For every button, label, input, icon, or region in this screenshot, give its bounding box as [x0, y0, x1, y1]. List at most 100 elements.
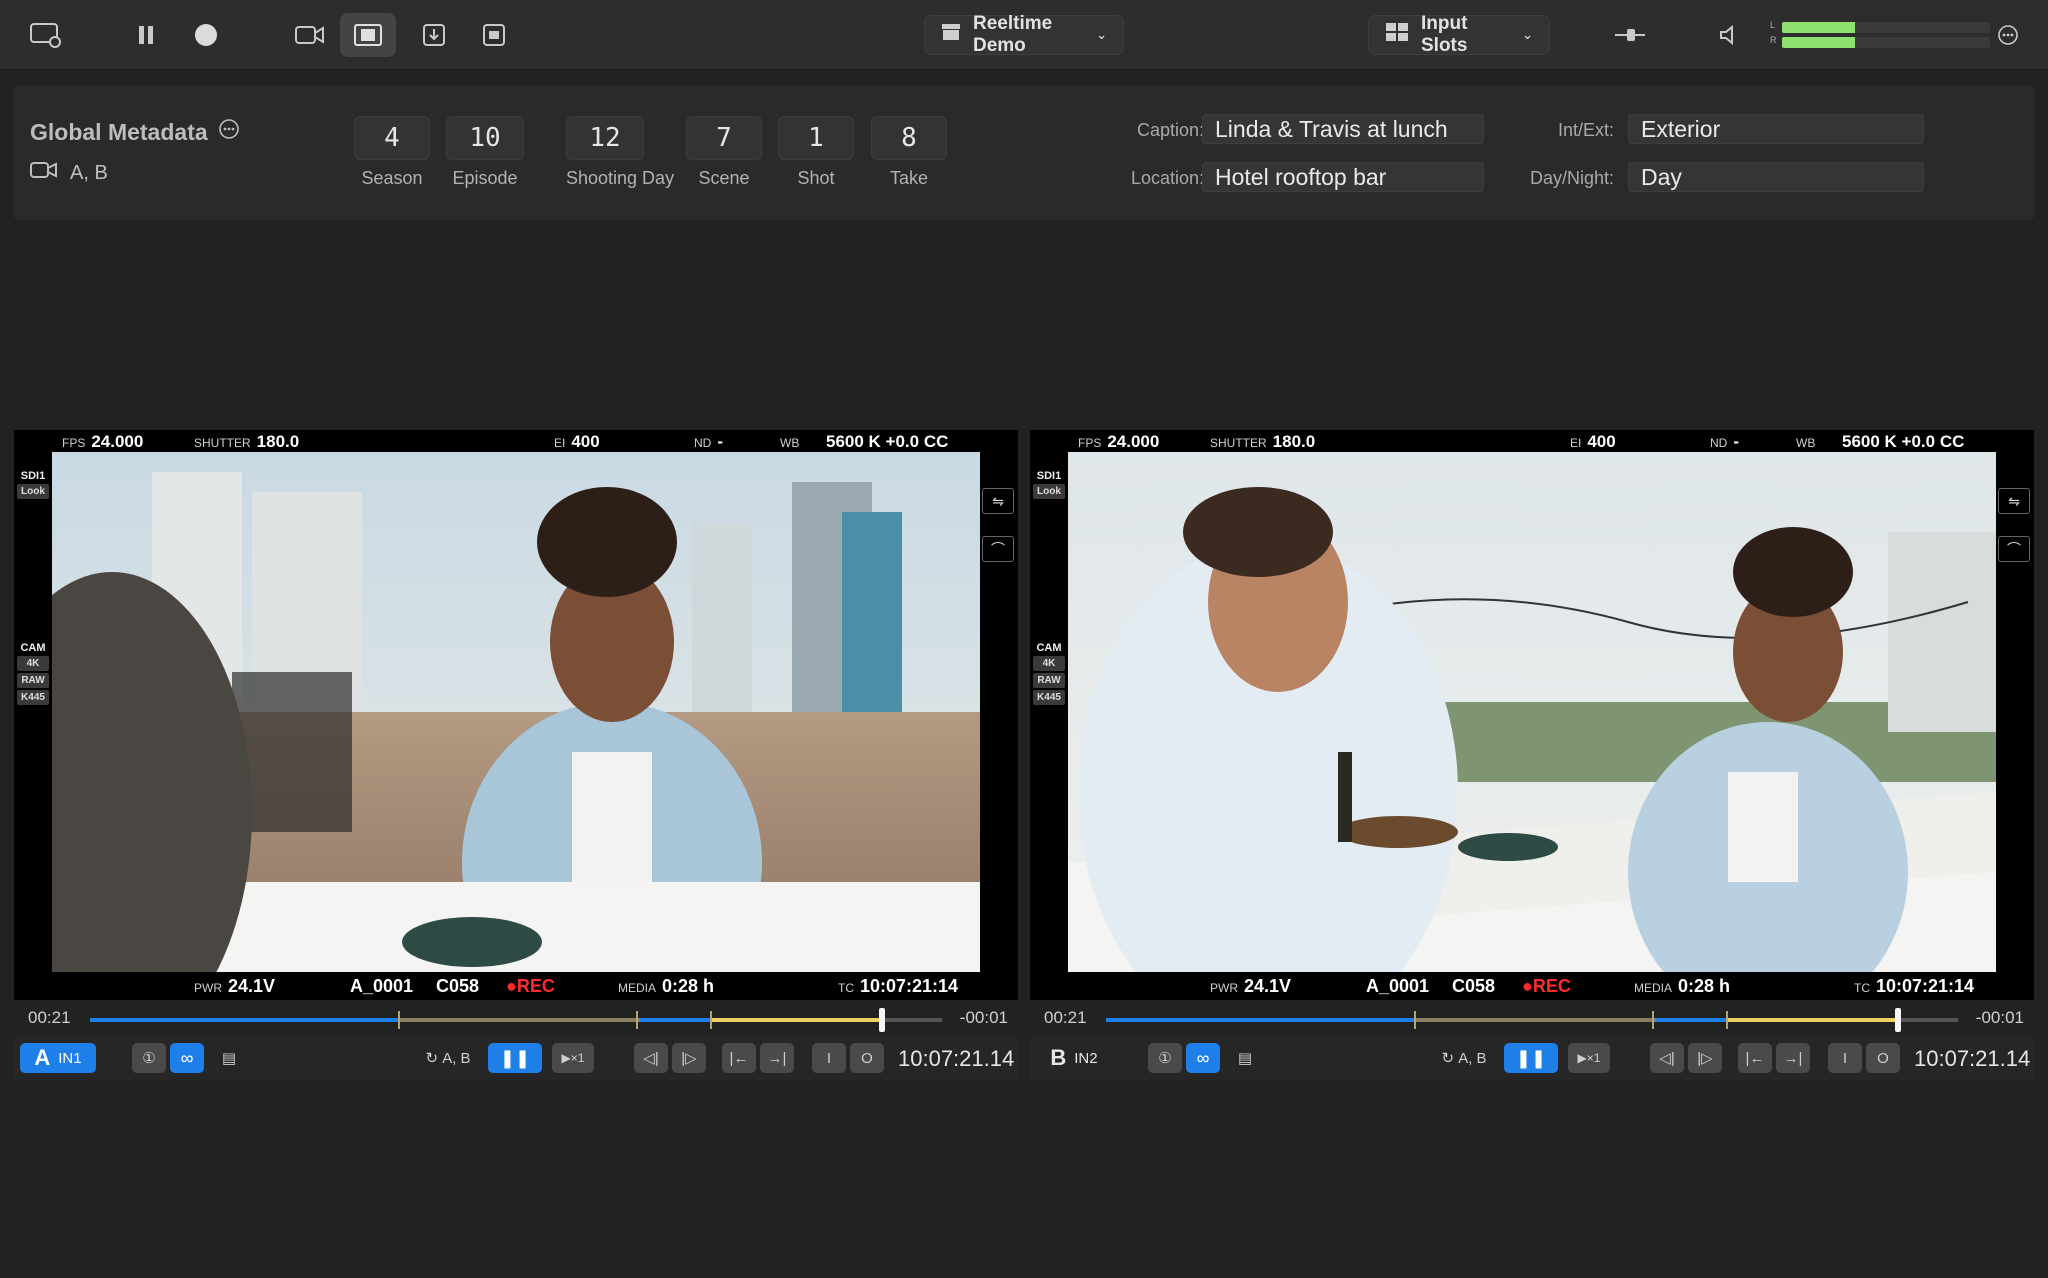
intext-field[interactable]: Exterior: [1628, 114, 1924, 144]
fps-value: 24.000: [1107, 432, 1160, 451]
slate-value[interactable]: 12: [566, 116, 644, 160]
sync-icon: ↻: [425, 1050, 439, 1067]
rec-label: REC: [516, 976, 555, 996]
slot-selector-b[interactable]: B IN2: [1036, 1043, 1112, 1073]
play-once-icon[interactable]: ①: [1148, 1043, 1182, 1073]
daynight-field[interactable]: Day: [1628, 162, 1924, 192]
timeline-marker[interactable]: [710, 1011, 712, 1029]
caption-field[interactable]: Linda & Travis at lunch: [1202, 114, 1484, 144]
timeline-segment: [1656, 1018, 1728, 1022]
input-label: IN2: [1074, 1049, 1098, 1067]
meter-channel-l: L: [1770, 20, 1776, 30]
slate-episode[interactable]: 10 Episode: [446, 116, 524, 189]
camera-record-icon[interactable]: [474, 13, 514, 57]
more-options-icon[interactable]: [218, 118, 240, 146]
step-forward-icon[interactable]: |▷: [1688, 1043, 1722, 1073]
slate-value[interactable]: 4: [354, 116, 430, 160]
camera-icon[interactable]: [290, 13, 330, 57]
slate-scene[interactable]: 7 Scene: [686, 116, 762, 189]
slate-value[interactable]: 1: [778, 116, 854, 160]
slate-shooting-day[interactable]: 12 Shooting Day: [566, 116, 674, 189]
cam-tag: CAM 4K RAW K445: [1033, 642, 1065, 705]
video-frame: [52, 452, 980, 972]
export-icon[interactable]: [414, 13, 454, 57]
viewer-b: FPS 24.000 SHUTTER 180.0 EI 400 ND - WB 5600…: [1030, 430, 2034, 1080]
timeline-track[interactable]: [90, 1008, 942, 1032]
rec-label: REC: [1532, 976, 1571, 996]
speaker-icon[interactable]: [1712, 13, 1746, 57]
step-back-icon[interactable]: ◁|: [634, 1043, 668, 1073]
film-icon[interactable]: [340, 13, 396, 57]
loop-icon[interactable]: ∞: [1186, 1043, 1220, 1073]
mark-in-icon[interactable]: I: [812, 1043, 846, 1073]
slate-shot[interactable]: 1 Shot: [778, 116, 854, 189]
go-to-in-icon[interactable]: |←: [1738, 1043, 1772, 1073]
slate-season[interactable]: 4 Season: [354, 116, 430, 189]
timeline[interactable]: 00:21 -00:01: [14, 1000, 1018, 1036]
pwr-label: PWR: [194, 981, 222, 995]
timeline-marker[interactable]: [398, 1011, 400, 1029]
rec-dot-icon: ●: [506, 976, 517, 996]
rec-dot-icon: ●: [1522, 976, 1533, 996]
mark-out-icon[interactable]: O: [850, 1043, 884, 1073]
metadata-title: Global Metadata: [30, 118, 240, 146]
clip-name: C058: [1452, 976, 1496, 996]
film-strip-icon[interactable]: ▤: [1230, 1043, 1260, 1073]
timeline[interactable]: 00:21 -00:01: [1030, 1000, 2034, 1036]
resolution-tag: 4K: [17, 656, 49, 671]
pause-button[interactable]: ❚❚: [488, 1043, 542, 1073]
project-label: Reeltime Demo: [973, 13, 1053, 56]
top-toolbar: Reeltime Demo ⌄ Input Slots ⌄ L R: [0, 0, 2048, 70]
more-icon[interactable]: [1990, 13, 2026, 57]
scrubber-icon[interactable]: [1610, 13, 1650, 57]
audio-level-meter: L R: [1770, 20, 1990, 50]
timeline-track[interactable]: [1106, 1008, 1958, 1032]
go-to-out-icon[interactable]: →|: [760, 1043, 794, 1073]
go-to-in-icon[interactable]: |←: [722, 1043, 756, 1073]
slate-value[interactable]: 7: [686, 116, 762, 160]
go-to-out-icon[interactable]: →|: [1776, 1043, 1810, 1073]
remaining-time: -00:01: [959, 1008, 1008, 1027]
step-back-icon[interactable]: ◁|: [1650, 1043, 1684, 1073]
timeline-marker[interactable]: [636, 1011, 638, 1029]
timecode-value: 10:07:21:14: [1876, 976, 1975, 996]
ei-value: 400: [1587, 432, 1616, 451]
mark-in-icon[interactable]: I: [1828, 1043, 1862, 1073]
speed-button[interactable]: ▶ ×1: [1568, 1043, 1610, 1073]
ei-value: 400: [571, 432, 600, 451]
input-slots-selector[interactable]: Input Slots ⌄: [1368, 13, 1550, 56]
project-selector[interactable]: Reeltime Demo ⌄: [924, 13, 1124, 56]
timeline-marker[interactable]: [1414, 1011, 1416, 1029]
elapsed-time: 00:21: [28, 1008, 71, 1027]
playhead[interactable]: [879, 1008, 886, 1032]
location-field[interactable]: Hotel rooftop bar: [1202, 162, 1484, 192]
pause-icon[interactable]: [126, 13, 166, 57]
record-icon[interactable]: [186, 13, 226, 57]
play-once-icon[interactable]: ①: [132, 1043, 166, 1073]
slate-label: Season: [361, 168, 423, 188]
wb-value: 5600 K +0.0 CC: [826, 432, 949, 451]
transport-bar: B IN2 ① ∞ ▤ ↻ A, B ❚❚ ▶ ×1 ◁| |▷ |← →| I O…: [1030, 1036, 2034, 1080]
timeline-marker[interactable]: [1652, 1011, 1654, 1029]
monitor-settings-icon[interactable]: [22, 13, 70, 57]
mark-out-icon[interactable]: O: [1866, 1043, 1900, 1073]
slate-label: Scene: [698, 168, 750, 188]
slot-selector-a[interactable]: A IN1: [20, 1043, 96, 1073]
camera-overlay-bottom: PWR 24.1V A_0001 C058 ●REC MEDIA 0:28 h TC…: [14, 974, 1018, 998]
pause-button[interactable]: ❚❚: [1504, 1043, 1558, 1073]
daynight-label: Day/Night:: [1529, 168, 1614, 188]
film-strip-icon[interactable]: ▤: [214, 1043, 244, 1073]
sync-cameras[interactable]: ↻ A, B: [418, 1043, 478, 1073]
timeline-marker[interactable]: [1726, 1011, 1728, 1029]
sync-cameras[interactable]: ↻ A, B: [1434, 1043, 1494, 1073]
loop-icon[interactable]: ∞: [170, 1043, 204, 1073]
shutter-label: SHUTTER: [1210, 436, 1267, 450]
speed-button[interactable]: ▶ ×1: [552, 1043, 594, 1073]
step-forward-icon[interactable]: |▷: [672, 1043, 706, 1073]
slate-take[interactable]: 8 Take: [871, 116, 947, 189]
playhead[interactable]: [1895, 1008, 1902, 1032]
caption-label: Caption:: [1136, 120, 1204, 140]
slate-value[interactable]: 8: [871, 116, 947, 160]
slate-value[interactable]: 10: [446, 116, 524, 160]
slot-letter: A: [34, 1045, 51, 1070]
